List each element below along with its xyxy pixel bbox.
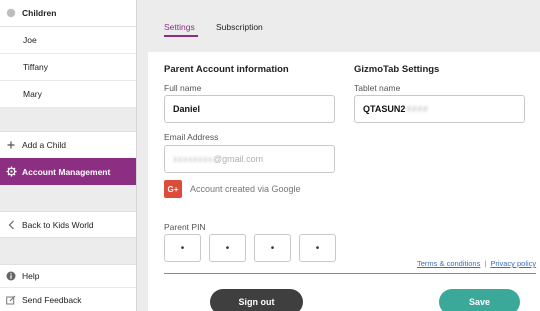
divider [164,273,536,274]
pin-dot: • [180,242,185,254]
active-tab-indicator [164,35,198,37]
back-label: Back to Kids World [22,219,94,230]
info-icon [0,271,22,281]
back-to-kids-world-link[interactable]: Back to Kids World [0,211,136,238]
footer-links: Terms & conditions | Privacy policy [417,259,536,268]
sidebar: Children Joe Tiffany Mary Add a Child Ac… [0,0,137,311]
parent-account-title: Parent Account information [164,64,289,75]
tablet-name-field[interactable]: QTASUN2 #### [354,95,525,123]
email-field[interactable]: xxxxxxxx @gmail.com [164,145,335,173]
google-account-text: Account created via Google [190,184,301,194]
pin-digit-3[interactable]: • [254,234,291,262]
child-name: Tiffany [23,62,49,72]
pin-dot: • [315,242,320,254]
pin-digit-2[interactable]: • [209,234,246,262]
sidebar-item-tiffany[interactable]: Tiffany [0,54,136,81]
add-child-button[interactable]: Add a Child [0,131,136,158]
email-label: Email Address [164,132,219,142]
sidebar-item-joe[interactable]: Joe [0,27,136,54]
tablet-name-value: QTASUN2 [363,104,406,114]
gear-icon [0,166,22,177]
children-heading: Children [22,8,57,18]
send-feedback-link[interactable]: Send Feedback [0,287,136,311]
full-name-value: Daniel [173,104,201,114]
pin-digit-4[interactable]: • [299,234,336,262]
full-name-field[interactable]: Daniel [164,95,335,123]
help-label: Help [22,271,40,281]
avatar-icon [0,8,22,18]
pin-dot: • [270,242,275,254]
terms-link[interactable]: Terms & conditions [417,259,480,268]
help-link[interactable]: Help [0,264,136,287]
child-name: Mary [23,89,42,99]
sidebar-item-mary[interactable]: Mary [0,81,136,108]
google-account-note: G+ Account created via Google [164,180,301,198]
sign-out-button[interactable]: Sign out [210,289,303,311]
edit-icon [0,295,22,305]
pin-digit-1[interactable]: • [164,234,201,262]
google-plus-icon: G+ [164,180,182,198]
email-masked: xxxxxxxx [173,154,213,164]
tab-subscription[interactable]: Subscription [216,22,263,32]
gizmotab-settings-title: GizmoTab Settings [354,64,440,75]
save-button[interactable]: Save [439,289,520,311]
privacy-link[interactable]: Privacy policy [490,259,536,268]
link-separator: | [484,259,487,268]
parent-pin-label: Parent PIN [164,222,206,232]
child-name: Joe [23,35,37,45]
tablet-name-label: Tablet name [354,83,401,93]
children-heading-row[interactable]: Children [0,0,136,27]
add-child-label: Add a Child [22,140,66,150]
tablet-name-masked: #### [406,104,429,114]
chevron-left-icon [0,220,22,230]
plus-icon [0,141,22,149]
full-name-label: Full name [164,83,202,93]
sidebar-item-account-management[interactable]: Account Management [0,158,136,185]
pin-dot: • [225,242,230,254]
tab-settings[interactable]: Settings [164,22,195,32]
save-label: Save [468,297,491,307]
account-management-label: Account Management [22,166,111,177]
email-domain: @gmail.com [213,154,264,164]
feedback-label: Send Feedback [22,294,82,305]
sign-out-label: Sign out [238,297,275,307]
